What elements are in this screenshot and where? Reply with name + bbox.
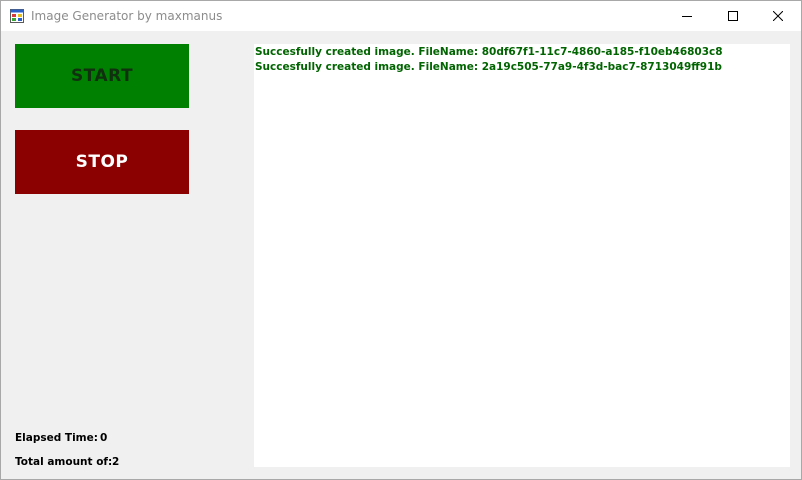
stop-button[interactable]: STOP bbox=[15, 130, 189, 194]
total-amount-value: 2 bbox=[112, 456, 120, 468]
total-amount-label: Total amount of: bbox=[15, 456, 113, 468]
start-button[interactable]: START bbox=[15, 44, 189, 108]
close-button[interactable] bbox=[755, 1, 801, 31]
minimize-button[interactable] bbox=[664, 1, 710, 31]
minimize-icon bbox=[682, 16, 692, 17]
title-bar[interactable]: Image Generator by maxmanus bbox=[1, 1, 801, 31]
maximize-button[interactable] bbox=[710, 1, 756, 31]
elapsed-time-value: 0 bbox=[100, 432, 108, 444]
log-line: Succesfully created image. FileName: 80d… bbox=[255, 46, 723, 58]
close-icon bbox=[773, 11, 783, 21]
maximize-icon bbox=[728, 11, 738, 21]
app-icon bbox=[10, 9, 24, 23]
log-output[interactable]: Succesfully created image. FileName: 80d… bbox=[254, 44, 790, 467]
window-title: Image Generator by maxmanus bbox=[31, 9, 223, 23]
log-line: Succesfully created image. FileName: 2a1… bbox=[255, 61, 722, 73]
app-window: Image Generator by maxmanus START STOP S… bbox=[0, 0, 802, 480]
elapsed-time-label: Elapsed Time: bbox=[15, 432, 98, 444]
